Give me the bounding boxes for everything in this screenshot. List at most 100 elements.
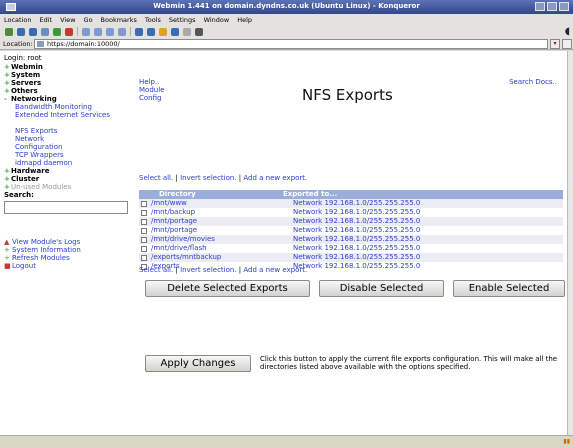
menu-view[interactable]: View bbox=[60, 16, 75, 24]
toolbar-separator bbox=[77, 27, 78, 36]
menu-edit[interactable]: Edit bbox=[40, 16, 53, 24]
add-export-link[interactable]: Add a new export. bbox=[243, 174, 307, 182]
web-content: Login: root + Webmin + System + Servers + Ot… bbox=[0, 51, 567, 435]
reload-icon[interactable] bbox=[53, 27, 61, 36]
directory-link[interactable]: /mnt/portage bbox=[149, 226, 283, 235]
module-config-link[interactable]: Module Config bbox=[139, 86, 171, 102]
menu-bookmarks[interactable]: Bookmarks bbox=[101, 16, 137, 24]
vertical-scrollbar[interactable] bbox=[567, 51, 573, 435]
find-icon[interactable] bbox=[171, 27, 179, 36]
history-dropdown-icon[interactable] bbox=[562, 39, 572, 49]
row-checkbox[interactable] bbox=[139, 217, 149, 226]
enable-selected-button[interactable]: Enable Selected bbox=[453, 280, 565, 297]
sidebar-cat-unused-modules[interactable]: + Un-used Modules bbox=[4, 183, 133, 191]
search-docs-link[interactable]: Search Docs.. bbox=[509, 78, 557, 86]
minimize-icon[interactable] bbox=[535, 2, 545, 11]
forward-icon[interactable] bbox=[29, 27, 37, 36]
home-icon[interactable] bbox=[41, 27, 49, 36]
row-checkbox[interactable] bbox=[139, 226, 149, 235]
directory-link[interactable]: /mnt/portage bbox=[149, 217, 283, 226]
add-export-link[interactable]: Add a new export. bbox=[243, 266, 307, 274]
exported-to-link[interactable]: Network 192.168.1.0/255.255.255.0 bbox=[283, 208, 420, 217]
directory-link[interactable]: /mnt/backup bbox=[149, 208, 283, 217]
row-checkbox[interactable] bbox=[139, 199, 149, 208]
table-header: Directory Exported to... bbox=[139, 190, 563, 199]
sidebar-cat-webmin[interactable]: + Webmin bbox=[4, 63, 133, 71]
exported-to-link[interactable]: Network 192.168.1.0/255.255.255.0 bbox=[283, 235, 420, 244]
sidebar-cat-hardware[interactable]: + Hardware bbox=[4, 167, 133, 175]
sidebar-item-idmapd-daemon[interactable]: idmapd daemon bbox=[4, 159, 133, 167]
up-icon[interactable] bbox=[5, 27, 13, 36]
sidebar-cat-others[interactable]: + Others bbox=[4, 87, 133, 95]
row-checkbox[interactable] bbox=[139, 208, 149, 217]
separator: | bbox=[238, 174, 242, 182]
directory-link[interactable]: /mnt/www bbox=[149, 199, 283, 208]
select-all-link[interactable]: Select all. bbox=[139, 266, 173, 274]
go-icon[interactable]: ▾ bbox=[550, 39, 560, 49]
location-url-input[interactable]: https://domain:10000/ bbox=[34, 39, 548, 49]
refresh-modules-link[interactable]: + Refresh Modules bbox=[4, 254, 133, 262]
status-bar: ▮▮ bbox=[0, 435, 573, 447]
cut-icon[interactable] bbox=[82, 27, 90, 36]
sidebar-cat-cluster[interactable]: + Cluster bbox=[4, 175, 133, 183]
exported-to-link[interactable]: Network 192.168.1.0/255.255.255.0 bbox=[283, 217, 420, 226]
row-checkbox[interactable] bbox=[139, 244, 149, 253]
stop-icon[interactable] bbox=[65, 27, 73, 36]
directory-link[interactable]: /mnt/drive/movies bbox=[149, 235, 283, 244]
back-icon[interactable] bbox=[17, 27, 25, 36]
directory-link[interactable]: /mnt/drive/flash bbox=[149, 244, 283, 253]
print-icon[interactable] bbox=[118, 27, 126, 36]
page-title: NFS Exports bbox=[302, 86, 393, 104]
security-icon[interactable] bbox=[159, 27, 167, 36]
menu-window[interactable]: Window bbox=[204, 16, 230, 24]
disable-selected-button[interactable]: Disable Selected bbox=[319, 280, 444, 297]
sidebar-cat-label: Hardware bbox=[11, 167, 50, 175]
sidebar-cat-networking[interactable]: - Networking bbox=[4, 95, 133, 103]
sidebar-search-input[interactable] bbox=[4, 201, 128, 214]
sidebar-item-bandwidth-monitoring[interactable]: Bandwidth Monitoring bbox=[4, 103, 133, 111]
copy-icon[interactable] bbox=[94, 27, 102, 36]
resize-grip-icon[interactable]: ▮▮ bbox=[563, 438, 570, 445]
help-link[interactable]: Help.. bbox=[139, 78, 171, 86]
zoom-out-icon[interactable] bbox=[147, 27, 155, 36]
menu-go[interactable]: Go bbox=[84, 16, 93, 24]
select-all-link[interactable]: Select all. bbox=[139, 174, 173, 182]
sidebar-cat-servers[interactable]: + Servers bbox=[4, 79, 133, 87]
menu-tools[interactable]: Tools bbox=[145, 16, 161, 24]
zoom-in-icon[interactable] bbox=[135, 27, 143, 36]
exported-to-link[interactable]: Network 192.168.1.0/255.255.255.0 bbox=[283, 253, 420, 262]
table-row: /mnt/drive/flash Network 192.168.1.0/255.… bbox=[139, 244, 563, 253]
invert-selection-link[interactable]: Invert selection. bbox=[180, 174, 237, 182]
exported-to-link[interactable]: Network 192.168.1.0/255.255.255.0 bbox=[283, 244, 420, 253]
menu-help[interactable]: Help bbox=[237, 16, 252, 24]
exported-to-link[interactable]: Network 192.168.1.0/255.255.255.0 bbox=[283, 199, 420, 208]
delete-selected-exports-button[interactable]: Delete Selected Exports bbox=[145, 280, 310, 297]
menu-location[interactable]: Location bbox=[4, 16, 32, 24]
close-icon[interactable] bbox=[559, 2, 569, 11]
sidebar-item-extended-internet-services[interactable]: Extended Internet Services bbox=[4, 111, 133, 127]
maximize-icon[interactable] bbox=[547, 2, 557, 11]
sidebar-cat-system[interactable]: + System bbox=[4, 71, 133, 79]
sidebar-item-tcp-wrappers[interactable]: TCP Wrappers bbox=[4, 151, 133, 159]
expand-icon: + bbox=[4, 79, 10, 87]
view-module-logs-link[interactable]: ▲ View Module's Logs bbox=[4, 238, 133, 246]
menu-settings[interactable]: Settings bbox=[169, 16, 196, 24]
header-exported-to: Exported to... bbox=[283, 190, 338, 198]
table-row: /mnt/backup Network 192.168.1.0/255.255.2… bbox=[139, 208, 563, 217]
sidebar-item-network-configuration[interactable]: Network Configuration bbox=[4, 135, 74, 151]
system-information-link[interactable]: + System Information bbox=[4, 246, 133, 254]
directory-link[interactable]: /exports/mntbackup bbox=[149, 253, 283, 262]
apply-changes-description: Click this button to apply the current f… bbox=[260, 355, 558, 371]
refresh-icon: + bbox=[4, 254, 10, 262]
paste-icon[interactable] bbox=[106, 27, 114, 36]
logout-link[interactable]: ■ Logout bbox=[4, 262, 133, 270]
sidebar-item-nfs-exports[interactable]: NFS Exports bbox=[4, 127, 133, 135]
exported-to-link[interactable]: Network 192.168.1.0/255.255.255.0 bbox=[283, 226, 420, 235]
bookmark-icon[interactable] bbox=[183, 27, 191, 36]
invert-selection-link[interactable]: Invert selection. bbox=[180, 266, 237, 274]
row-checkbox[interactable] bbox=[139, 253, 149, 262]
apply-changes-button[interactable]: Apply Changes bbox=[145, 355, 251, 372]
row-checkbox[interactable] bbox=[139, 235, 149, 244]
settings-icon[interactable] bbox=[195, 27, 203, 36]
exports-table: Directory Exported to... /mnt/www Network… bbox=[139, 190, 563, 271]
